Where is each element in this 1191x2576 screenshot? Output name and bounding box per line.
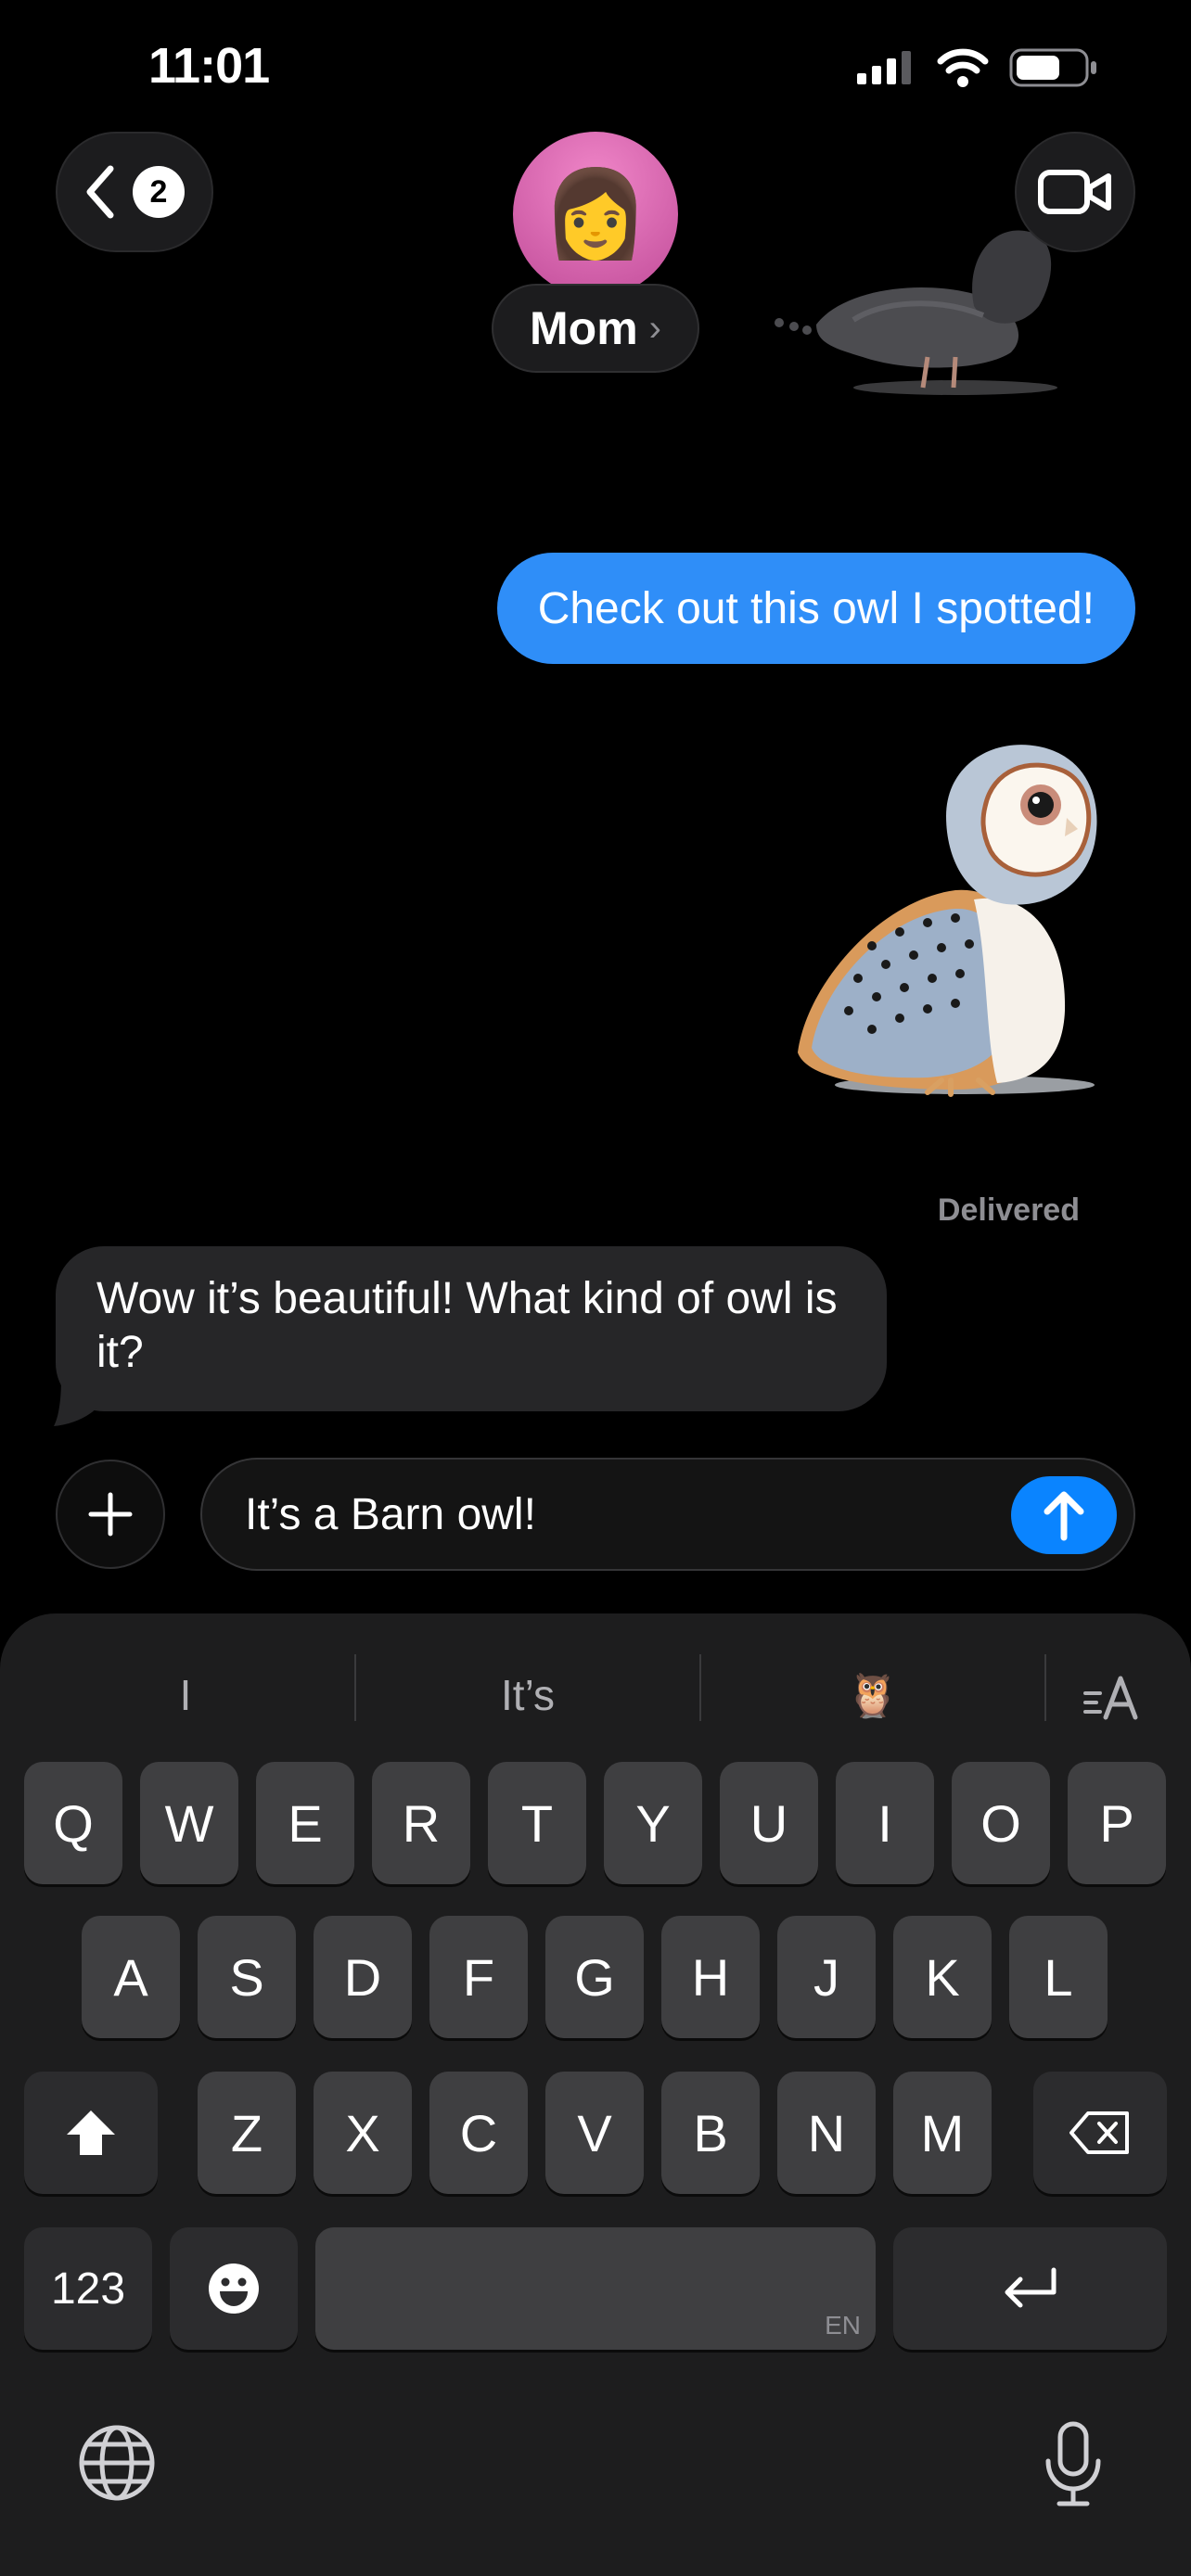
contact-name: Mom	[530, 302, 638, 354]
key-k[interactable]: K	[893, 1916, 992, 2038]
key-r[interactable]: R	[372, 1762, 470, 1884]
video-call-button[interactable]	[1015, 132, 1135, 252]
suggestion-1[interactable]: I	[19, 1649, 352, 1741]
bubble-tail	[54, 1378, 102, 1426]
key-q[interactable]: Q	[24, 1762, 122, 1884]
globe-icon[interactable]	[78, 2424, 156, 2502]
backspace-icon	[1069, 2111, 1129, 2154]
suggestion-3-owl-emoji[interactable]: 🦉	[701, 1649, 1044, 1741]
message-input[interactable]: It’s a Barn owl!	[200, 1458, 1135, 1571]
key-h[interactable]: H	[661, 1916, 760, 2038]
key-s[interactable]: S	[198, 1916, 296, 2038]
plus-icon	[88, 1492, 133, 1537]
avatar-emoji: 👩	[542, 166, 649, 261]
barn-owl-sticker[interactable]	[770, 733, 1113, 1103]
key-b[interactable]: B	[661, 2072, 760, 2194]
return-icon	[1005, 2267, 1056, 2308]
key-n[interactable]: N	[777, 2072, 876, 2194]
key-j[interactable]: J	[777, 1916, 876, 2038]
status-icons	[857, 48, 1098, 87]
key-g[interactable]: G	[545, 1916, 644, 2038]
send-button[interactable]	[1011, 1476, 1117, 1554]
pigeon-sticker	[775, 230, 1057, 395]
key-u[interactable]: U	[720, 1762, 818, 1884]
emoji-key[interactable]	[170, 2227, 298, 2350]
smiley-icon	[209, 2264, 259, 2314]
outgoing-message-bubble[interactable]: Check out this owl I spotted!	[496, 553, 1135, 664]
video-camera-icon	[1038, 170, 1111, 214]
key-c[interactable]: C	[429, 2072, 528, 2194]
suggestion-2[interactable]: It’s	[356, 1649, 699, 1741]
chevron-right-icon: ›	[648, 307, 661, 349]
contact-name-button[interactable]: Mom ›	[492, 284, 699, 373]
arrow-up-icon	[1044, 1491, 1084, 1541]
unread-count-badge: 2	[133, 166, 185, 218]
incoming-message-bubble[interactable]: Wow it’s beautiful! What kind of owl is …	[56, 1246, 887, 1411]
contact-avatar[interactable]: 👩	[513, 132, 678, 297]
key-t[interactable]: T	[488, 1762, 586, 1884]
numbers-key[interactable]: 123	[24, 2227, 152, 2350]
key-i[interactable]: I	[836, 1762, 934, 1884]
chevron-left-icon	[86, 165, 114, 219]
key-p[interactable]: P	[1068, 1762, 1166, 1884]
shift-key[interactable]	[24, 2072, 158, 2194]
key-v[interactable]: V	[545, 2072, 644, 2194]
text-format-icon[interactable]	[1082, 1669, 1141, 1725]
back-button[interactable]: 2	[56, 132, 213, 252]
space-language-label: EN	[825, 2311, 861, 2340]
key-d[interactable]: D	[314, 1916, 412, 2038]
key-o[interactable]: O	[952, 1762, 1050, 1884]
delete-key[interactable]	[1033, 2072, 1167, 2194]
return-key[interactable]	[893, 2227, 1167, 2350]
key-l[interactable]: L	[1009, 1916, 1108, 2038]
add-attachment-button[interactable]	[56, 1460, 165, 1569]
key-z[interactable]: Z	[198, 2072, 296, 2194]
key-f[interactable]: F	[429, 1916, 528, 2038]
wifi-icon	[937, 48, 989, 87]
suggestion-divider	[1044, 1654, 1046, 1721]
key-a[interactable]: A	[82, 1916, 180, 2038]
key-m[interactable]: M	[893, 2072, 992, 2194]
cellular-signal-icon	[857, 51, 911, 84]
key-e[interactable]: E	[256, 1762, 354, 1884]
shift-icon	[67, 2111, 115, 2155]
microphone-icon[interactable]	[1043, 2420, 1104, 2509]
delivered-status: Delivered	[937, 1192, 1080, 1228]
key-w[interactable]: W	[140, 1762, 238, 1884]
status-time: 11:01	[148, 38, 270, 94]
space-key[interactable]: EN	[315, 2227, 876, 2350]
battery-icon	[1009, 48, 1096, 87]
key-x[interactable]: X	[314, 2072, 412, 2194]
key-y[interactable]: Y	[604, 1762, 702, 1884]
